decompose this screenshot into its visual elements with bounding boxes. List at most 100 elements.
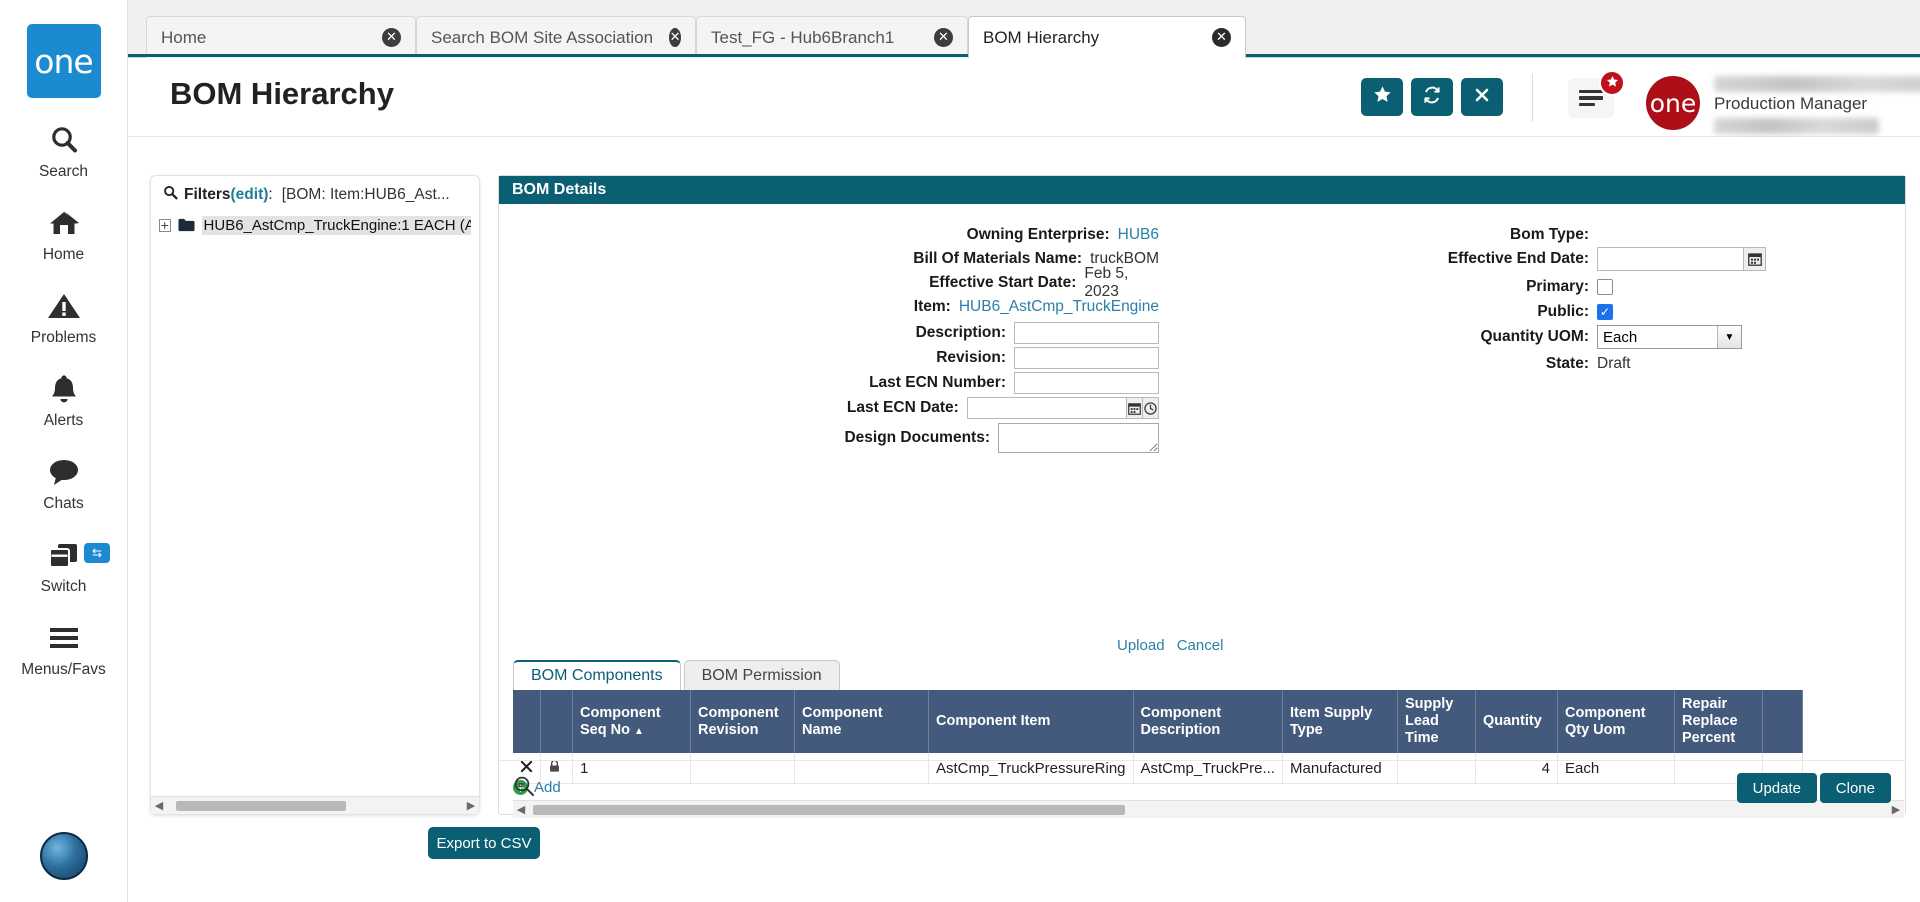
tab-search-bom-site-association[interactable]: Search BOM Site Association ✕ xyxy=(416,16,696,58)
field-label: Design Documents: xyxy=(844,429,991,446)
primary-checkbox[interactable] xyxy=(1597,279,1613,295)
design-documents-actions: Upload Cancel xyxy=(1117,637,1231,654)
user-name-redacted xyxy=(1714,76,1920,92)
app-logo-text: one xyxy=(34,41,93,81)
field-value[interactable]: HUB6 xyxy=(1118,226,1159,244)
field-label: Public: xyxy=(1537,303,1589,320)
field-label: Bom Type: xyxy=(1510,226,1589,243)
last-ecn-date-input[interactable] xyxy=(966,397,1127,419)
globe-avatar-icon[interactable] xyxy=(39,832,88,880)
design-documents-textarea[interactable] xyxy=(998,423,1159,453)
calendar-icon[interactable] xyxy=(1744,247,1766,271)
field-label: Owning Enterprise: xyxy=(966,226,1110,243)
col-supply-lead-time[interactable]: Supply Lead Time xyxy=(1397,690,1476,754)
public-checkbox[interactable]: ✓ xyxy=(1597,304,1613,320)
tree-expand-icon[interactable]: + xyxy=(159,218,171,232)
table-header: Component Seq No ▲ Component Revision Com… xyxy=(513,690,1803,754)
sidebar-label-menus-favs: Menus/Favs xyxy=(21,661,106,678)
tree-node-root[interactable]: + HUB6_AstCmp_TruckEngine:1 EACH (AstCm xyxy=(159,214,471,236)
field-label: Effective End Date: xyxy=(1447,250,1589,267)
field-label: Description: xyxy=(915,324,1006,341)
col-item-supply-type[interactable]: Item Supply Type xyxy=(1282,690,1398,754)
folder-icon xyxy=(178,218,195,232)
col-component-revision[interactable]: Component Revision xyxy=(690,690,795,754)
sidebar-item-switch[interactable]: ⇆ Switch xyxy=(0,535,127,596)
update-button[interactable]: Update xyxy=(1736,773,1817,803)
last-ecn-number-input[interactable] xyxy=(1014,372,1159,394)
page-header: BOM Hierarchy one Production Manager xyxy=(128,58,1920,137)
sidebar-label-problems: Problems xyxy=(30,329,97,346)
tab-label: BOM Components xyxy=(531,667,663,684)
close-icon[interactable]: ✕ xyxy=(934,28,953,47)
field-value: Draft xyxy=(1597,355,1631,372)
tab-label: Home xyxy=(161,27,207,47)
refresh-icon xyxy=(1422,85,1442,110)
tab-test-fg-hub6branch1[interactable]: Test_FG - Hub6Branch1 ✕ xyxy=(696,16,968,58)
col-component-qty-uom[interactable]: Component Qty Uom xyxy=(1557,690,1675,754)
search-icon xyxy=(163,185,178,205)
field-description: Description: xyxy=(499,322,1159,344)
tab-bom-hierarchy[interactable]: BOM Hierarchy ✕ xyxy=(968,16,1246,58)
scroll-thumb[interactable] xyxy=(176,800,346,811)
favorites-badge[interactable] xyxy=(1599,70,1625,96)
field-label: Last ECN Number: xyxy=(869,374,1006,391)
close-icon[interactable]: ✕ xyxy=(1212,28,1231,47)
clone-button[interactable]: Clone xyxy=(1819,773,1891,803)
sidebar-item-menus-favs[interactable]: Menus/Favs xyxy=(0,618,127,679)
effective-end-date-input[interactable] xyxy=(1597,247,1744,271)
scroll-right-icon[interactable]: ▶ xyxy=(463,799,479,812)
col-component-description[interactable]: Component Description xyxy=(1133,690,1283,754)
field-owning-enterprise: Owning Enterprise: HUB6 xyxy=(499,224,1159,246)
chat-icon xyxy=(47,452,81,492)
tab-home[interactable]: Home ✕ xyxy=(146,16,416,58)
left-nav-rail: one Search Home Problems Alerts Chats ⇆ … xyxy=(0,0,128,902)
tree-horizontal-scrollbar[interactable]: ◀ ▶ xyxy=(151,796,479,814)
col-component-name[interactable]: Component Name xyxy=(794,690,929,754)
tab-bom-components[interactable]: BOM Components xyxy=(513,660,681,690)
scroll-left-icon[interactable]: ◀ xyxy=(151,799,167,812)
audit-icon[interactable] xyxy=(513,775,535,802)
field-label: Primary: xyxy=(1526,278,1589,295)
col-component-item[interactable]: Component Item xyxy=(928,690,1134,754)
scroll-track[interactable] xyxy=(167,800,463,812)
favorite-button[interactable] xyxy=(1361,78,1403,116)
filter-tree-panel: Filters (edit) : [BOM: Item:HUB6_Ast... … xyxy=(150,175,480,815)
sidebar-item-alerts[interactable]: Alerts xyxy=(0,369,127,430)
warning-icon xyxy=(47,286,81,326)
close-icon[interactable]: ✕ xyxy=(669,28,681,47)
filters-edit-link[interactable]: (edit) xyxy=(231,186,269,204)
brand-logo: one xyxy=(1646,76,1700,130)
revision-input[interactable] xyxy=(1014,347,1159,369)
quantity-uom-select[interactable]: Each ▼ xyxy=(1597,325,1742,349)
field-label: Item: xyxy=(913,298,951,315)
app-logo[interactable]: one xyxy=(26,24,101,98)
filters-value: [BOM: Item:HUB6_Ast... xyxy=(281,186,450,203)
calendar-icon[interactable] xyxy=(1126,397,1143,419)
sidebar-item-problems[interactable]: Problems xyxy=(0,286,127,347)
switch-arrows-icon[interactable]: ⇆ xyxy=(84,543,110,563)
col-repair-replace-percent[interactable]: Repair Replace Percent xyxy=(1674,690,1763,754)
refresh-button[interactable] xyxy=(1411,78,1453,116)
tab-bom-permission[interactable]: BOM Permission xyxy=(683,660,840,690)
col-label: Component Seq No xyxy=(580,704,661,738)
field-label: State: xyxy=(1545,355,1589,372)
sidebar-item-search[interactable]: Search xyxy=(0,120,127,181)
clock-icon[interactable] xyxy=(1142,397,1160,419)
description-input[interactable] xyxy=(1014,322,1159,344)
close-icon[interactable]: ✕ xyxy=(382,28,401,47)
close-page-button[interactable] xyxy=(1461,78,1503,116)
sidebar-item-chats[interactable]: Chats xyxy=(0,452,127,513)
sidebar-label-search: Search xyxy=(38,163,89,180)
field-label: Quantity UOM: xyxy=(1480,328,1590,345)
sidebar-item-home[interactable]: Home xyxy=(0,203,127,264)
col-select xyxy=(513,690,541,754)
export-to-csv-button[interactable]: Export to CSV xyxy=(428,827,540,859)
cancel-link[interactable]: Cancel xyxy=(1177,637,1224,654)
bom-details-title: BOM Details xyxy=(499,176,1905,204)
upload-link[interactable]: Upload xyxy=(1117,637,1165,654)
page-content: Filters (edit) : [BOM: Item:HUB6_Ast... … xyxy=(128,137,1920,902)
field-public: Public: ✓ xyxy=(1219,301,1779,323)
col-component-seq-no[interactable]: Component Seq No ▲ xyxy=(572,690,691,754)
col-quantity[interactable]: Quantity xyxy=(1475,690,1558,754)
field-value[interactable]: HUB6_AstCmp_TruckEngine xyxy=(959,298,1159,316)
